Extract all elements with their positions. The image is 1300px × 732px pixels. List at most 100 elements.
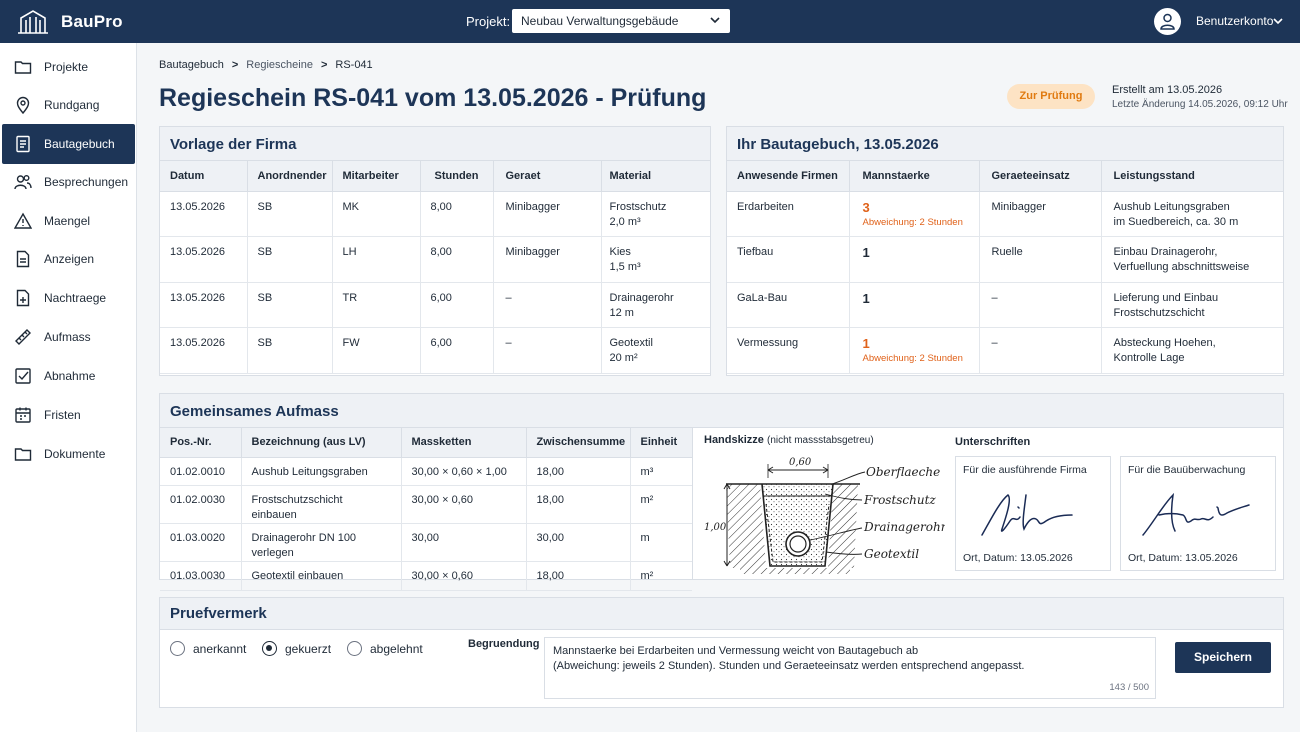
cell-geraet: Minibagger — [979, 191, 1102, 237]
column-header: Anwesende Firmen — [727, 161, 850, 192]
folder-icon — [14, 61, 32, 74]
signatures-title: Unterschriften — [955, 436, 1031, 448]
sidebar-item-aufmass[interactable]: Aufmass — [2, 317, 135, 357]
deviation-note: Abweichung: 2 Stunden — [862, 216, 963, 228]
cell-mitarbeiter: LH — [332, 236, 421, 283]
table-row: Vermessung 1 Abweichung: 2 Stunden – Abst… — [727, 327, 1283, 374]
leistung-line: Aushub Leitungsgraben — [1113, 200, 1230, 213]
sidebar-item-label: Abnahme — [44, 369, 96, 383]
sidebar-item-projekte[interactable]: Projekte — [2, 47, 135, 87]
column-header: Bezeichnung (aus LV) — [241, 428, 402, 458]
sidebar-item-bautagebuch[interactable]: Bautagebuch — [2, 124, 135, 164]
column-header: Geraet — [493, 161, 602, 192]
leistung-line: Einbau Drainagerohr, — [1113, 246, 1218, 258]
vorlage-card: Vorlage der Firma Datum Anordnender Mita… — [159, 126, 711, 376]
top-bar: BauPro Projekt: Neubau Verwaltungsgebäud… — [0, 0, 1300, 43]
sidebar-item-label: Maengel — [44, 214, 91, 228]
cell-datum: 13.05.2026 — [160, 327, 248, 374]
breadcrumb-item-regiescheine[interactable]: Regiescheine — [246, 59, 313, 71]
chevron-down-icon[interactable] — [1272, 15, 1284, 27]
user-avatar[interactable] — [1154, 8, 1181, 35]
sidebar-item-maengel[interactable]: Maengel — [2, 201, 135, 241]
table-row: 13.05.2026 SB TR 6,00 – Drainagerohr 12 m — [160, 282, 710, 328]
modified-date: Letzte Änderung 14.05.2026, 09:12 Uhr — [1112, 99, 1288, 110]
leistung-line: Absteckung Hoehen, — [1113, 337, 1216, 349]
material-quantity: 1,5 m³ — [609, 261, 641, 273]
building-logo-icon — [18, 10, 48, 34]
column-header: Mannstaerke — [849, 161, 980, 192]
account-menu-label[interactable]: Benutzerkonto — [1196, 14, 1273, 28]
cell-firma: Vermessung — [727, 327, 850, 374]
project-label: Projekt: — [466, 14, 511, 29]
pruefvermerk-title: Pruefvermerk — [160, 598, 1283, 630]
cell-massketten: 30,00 × 0,60 — [401, 561, 527, 592]
leistung-line: Lieferung und Einbau — [1113, 291, 1219, 304]
column-header: Geraeteeinsatz — [979, 161, 1102, 192]
breadcrumb-item-bautagebuch[interactable]: Bautagebuch — [159, 59, 224, 71]
signature-box-firma[interactable]: Für die ausführende Firma Ort, Datum: 13… — [955, 456, 1111, 571]
breadcrumb: Bautagebuch > Regiescheine > RS-041 — [159, 59, 373, 71]
sketch-width-label: 0,60 — [789, 457, 812, 468]
cell-material: Frostschutz 2,0 m³ — [601, 191, 710, 237]
sidebar-item-label: Bautagebuch — [44, 137, 115, 151]
cell-stunden: 6,00 — [420, 282, 494, 328]
deviation-note: Abweichung: 2 Stunden — [862, 353, 963, 364]
breadcrumb-separator: > — [231, 59, 239, 71]
sketch-title: Handskizze (nicht massstabsgetreu) — [704, 434, 874, 446]
cell-anordnender: SB — [247, 327, 333, 374]
leistung-line: Frostschutzschicht — [1113, 306, 1205, 319]
material-name: Kies — [609, 246, 631, 258]
sidebar-item-nachtraege[interactable]: Nachtraege — [2, 278, 135, 318]
table-header-row: Anwesende Firmen Mannstaerke Geraeteeins… — [727, 161, 1283, 192]
vorlage-table: Datum Anordnender Mitarbeiter Stunden Ge… — [160, 161, 710, 374]
radio-abgelehnt[interactable]: abgelehnt — [347, 641, 423, 656]
document-icon — [16, 135, 30, 153]
cell-anordnender: SB — [247, 236, 333, 283]
sidebar-item-anzeigen[interactable]: Anzeigen — [2, 239, 135, 279]
cell-firma: GaLa-Bau — [727, 282, 850, 328]
material-name: Drainagerohr — [609, 291, 674, 304]
sketch-label-oberflaeche: Oberflaeche — [866, 465, 940, 479]
radio-circle-selected[interactable] — [262, 641, 277, 656]
sidebar-item-rundgang[interactable]: Rundgang — [2, 85, 135, 125]
sidebar-item-label: Dokumente — [44, 447, 106, 461]
people-icon — [14, 175, 32, 190]
project-select[interactable]: Neubau Verwaltungsgebäude — [512, 9, 730, 33]
cell-firma: Erdarbeiten — [727, 191, 850, 237]
sidebar-item-besprechungen[interactable]: Besprechungen — [2, 162, 135, 202]
sidebar-item-fristen[interactable]: Fristen — [2, 395, 135, 435]
signature-date: Ort, Datum: 13.05.2026 — [963, 552, 1073, 564]
reason-textarea[interactable]: Mannstaerke bei Erdarbeiten und Vermessu… — [544, 637, 1156, 699]
radio-gekuerzt[interactable]: gekuerzt — [262, 641, 331, 656]
sidebar-item-abnahme[interactable]: Abnahme — [2, 356, 135, 396]
breadcrumb-item-current: RS-041 — [335, 59, 373, 71]
save-button[interactable]: Speichern — [1175, 642, 1271, 673]
radio-circle[interactable] — [347, 641, 362, 656]
sketch-depth-label: 1,00 — [704, 522, 727, 533]
cell-pos: 01.03.0020 — [160, 523, 242, 563]
table-row: 01.02.0010 Aushub Leitungsgraben 30,00 ×… — [160, 457, 692, 487]
radio-circle[interactable] — [170, 641, 185, 656]
material-name: Geotextil — [609, 337, 653, 349]
material-name: Frostschutz — [609, 200, 667, 213]
cell-mitarbeiter: MK — [332, 191, 421, 237]
sidebar-item-dokumente[interactable]: Dokumente — [2, 434, 135, 474]
signature-box-bauueberwachung[interactable]: Für die Bauüberwachung Ort, Datum: 13.05… — [1120, 456, 1276, 571]
cell-material: Drainagerohr 12 m — [601, 282, 710, 328]
cell-mannstaerke: 1 — [849, 236, 980, 283]
cell-bezeichnung: Frostschutzschicht einbauen — [241, 485, 402, 525]
bautagebuch-card: Ihr Bautagebuch, 13.05.2026 Anwesende Fi… — [726, 126, 1284, 376]
cell-material: Geotextil 20 m² — [601, 327, 710, 374]
checkbox-icon — [15, 368, 31, 384]
cell-anordnender: SB — [247, 191, 333, 237]
column-header: Material — [601, 161, 710, 192]
cell-geraet: Minibagger — [493, 236, 602, 283]
ruler-icon — [15, 329, 31, 345]
folder-icon — [14, 448, 32, 461]
project-select-value: Neubau Verwaltungsgebäude — [521, 14, 679, 28]
cell-pos: 01.03.0030 — [160, 561, 242, 592]
created-date: Erstellt am 13.05.2026 — [1112, 84, 1223, 96]
radio-anerkannt[interactable]: anerkannt — [170, 641, 246, 656]
app-brand[interactable]: BauPro — [61, 12, 123, 32]
signature-label: Für die ausführende Firma — [963, 464, 1087, 476]
